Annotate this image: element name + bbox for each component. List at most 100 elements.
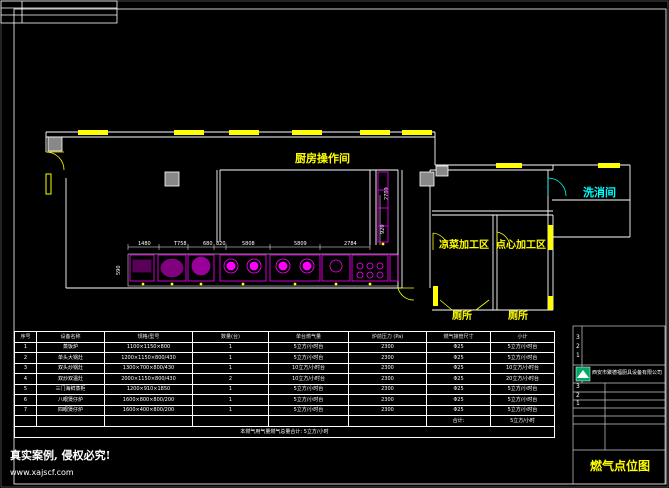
table-header-cell: 炉前压力 (Pa): [348, 331, 427, 343]
table-cell: 5立方/小时台: [490, 383, 555, 395]
table-cell: 5立方/小时台: [490, 404, 555, 416]
room-label-kitchen: 厨房操作间: [295, 152, 350, 165]
table-cell: 2300: [348, 362, 427, 374]
table-cell: 2: [192, 373, 269, 385]
table-row: 1 蒸饭炉 1100×1150×800 1 5立方/小时台 2300 Φ25 5…: [14, 341, 555, 353]
table-cell: [104, 415, 193, 427]
website-url: www.xajscf.com: [10, 468, 74, 477]
table-cell: 1: [192, 341, 269, 353]
table-cell: 三门海鲜蒸柜: [36, 383, 105, 395]
table-cell: 1600×400×800/200: [104, 404, 193, 416]
table-cell: Φ25: [426, 404, 491, 416]
dimension-label: 1480: [138, 241, 151, 247]
table-cell: 5立方/小时台: [490, 341, 555, 353]
drawing-title: 燃气点位图: [590, 459, 651, 473]
table-header-cell: 单台燃气量: [268, 331, 349, 343]
table-cell: 10立方/小时台: [490, 362, 555, 374]
table-cell: Φ25: [426, 362, 491, 374]
revision-number: 1: [576, 400, 580, 407]
revision-number: 3: [576, 334, 580, 341]
table-cell: 7: [14, 404, 37, 416]
table-cell: 10立方/小时台: [268, 362, 349, 374]
table-cell: 2: [14, 352, 37, 364]
dimension-label: 820: [216, 241, 226, 247]
dimension-label: 5808: [242, 241, 255, 247]
room-label-dim-sum: 点心加工区: [496, 240, 546, 251]
table-cell: Φ25: [426, 394, 491, 406]
table-cell: 5立方/小时台: [490, 352, 555, 364]
room-label-wash: 洗消间: [583, 186, 616, 199]
table-cell: 1: [14, 341, 37, 353]
table-cell: 1200×910×1850: [104, 383, 193, 395]
table-cell: 5立方/小时台: [490, 394, 555, 406]
table-cell: 双炒双温灶: [36, 373, 105, 385]
table-cell: [348, 415, 427, 427]
table-cell: 2300: [348, 394, 427, 406]
company-logo: [575, 366, 591, 382]
revision-number: 3: [576, 383, 580, 390]
table-row: 6 八眼煲仔炉 1600×800×800/200 1 5立方/小时台 2300 …: [14, 394, 555, 406]
dimension-label: 2709: [384, 187, 390, 200]
table-cell: 20立方/小时台: [490, 373, 555, 385]
table-cell: 2300: [348, 341, 427, 353]
dimension-label: 590: [116, 265, 122, 275]
table-cell: Φ25: [426, 383, 491, 395]
table-header-cell: 数量(台): [192, 331, 269, 343]
table-total-label: 合计:: [426, 415, 491, 427]
revision-number: 1: [576, 352, 580, 359]
room-label-toilet: 厕所: [508, 311, 528, 322]
table-cell: 2300: [348, 373, 427, 385]
table-cell: 1: [192, 394, 269, 406]
table-cell: 1: [192, 362, 269, 374]
table-cell: 5立方/小时台: [268, 341, 349, 353]
table-cell: 四眼煲仔炉: [36, 404, 105, 416]
table-cell: 3: [14, 362, 37, 374]
table-cell: Φ25: [426, 341, 491, 353]
table-row: 4 双炒双温灶 2000×1150×800/430 2 10立方/小时台 230…: [14, 373, 555, 385]
dimension-label: 5809: [294, 241, 307, 247]
table-cell: 5: [14, 383, 37, 395]
table-cell: [192, 415, 269, 427]
table-header-cell: 规格/型号: [104, 331, 193, 343]
table-header-cell: 设备名称: [36, 331, 105, 343]
table-cell: 5立方/小时台: [268, 394, 349, 406]
room-label-toilet: 厕所: [452, 311, 472, 322]
table-header-row: 序号 设备名称 规格/型号 数量(台) 单台燃气量 炉前压力 (Pa) 燃气接管…: [14, 331, 555, 343]
table-summary-row: 本燃气用气量燃气总量合计: 5立方/小时: [14, 425, 555, 438]
table-total-value: 5立方/小时: [490, 415, 555, 427]
table-cell: 1600×800×800/200: [104, 394, 193, 406]
table-cell: 1300×700×800/430: [104, 362, 193, 374]
table-cell: 单头大锅灶: [36, 352, 105, 364]
dimension-label: 2784: [344, 241, 357, 247]
table-cell: 双头炒锅灶: [36, 362, 105, 374]
table-row: 7 四眼煲仔炉 1600×400×800/200 1 5立方/小时台 2300 …: [14, 404, 555, 416]
table-cell: 2300: [348, 404, 427, 416]
dimension-label: T758: [173, 241, 187, 247]
table-row: 5 三门海鲜蒸柜 1200×910×1850 1 5立方/小时台 2300 Φ2…: [14, 383, 555, 395]
table-cell: 5立方/小时台: [268, 383, 349, 395]
table-cell: 5立方/小时台: [268, 352, 349, 364]
table-cell: 八眼煲仔炉: [36, 394, 105, 406]
table-cell: [14, 415, 37, 427]
table-cell: 蒸饭炉: [36, 341, 105, 353]
table-header-cell: 燃气接管尺寸: [426, 331, 491, 343]
gas-equipment-table: 序号 设备名称 规格/型号 数量(台) 单台燃气量 炉前压力 (Pa) 燃气接管…: [14, 331, 555, 438]
table-cell: 1: [192, 352, 269, 364]
table-cell: 1: [192, 383, 269, 395]
table-cell: Φ25: [426, 373, 491, 385]
dimension-label: 680: [203, 241, 213, 247]
table-cell: 2300: [348, 352, 427, 364]
company-name: 西安市聚德福厨具设备有限公司: [592, 370, 663, 376]
room-label-cold-dish: 凉菜加工区: [439, 240, 489, 251]
table-cell: 4: [14, 373, 37, 385]
table-cell: [268, 415, 349, 427]
table-cell: 1200×1150×800/430: [104, 352, 193, 364]
table-total-row: 合计: 5立方/小时: [14, 415, 555, 427]
table-cell: [36, 415, 105, 427]
table-header-cell: 序号: [14, 331, 37, 343]
table-summary: 本燃气用气量燃气总量合计: 5立方/小时: [14, 425, 555, 438]
table-cell: 1100×1150×800: [104, 341, 193, 353]
copyright-slogan: 真实案例, 侵权必究!: [10, 449, 111, 462]
table-row: 2 单头大锅灶 1200×1150×800/430 1 5立方/小时台 2300…: [14, 352, 555, 364]
table-cell: 2000×1150×800/430: [104, 373, 193, 385]
